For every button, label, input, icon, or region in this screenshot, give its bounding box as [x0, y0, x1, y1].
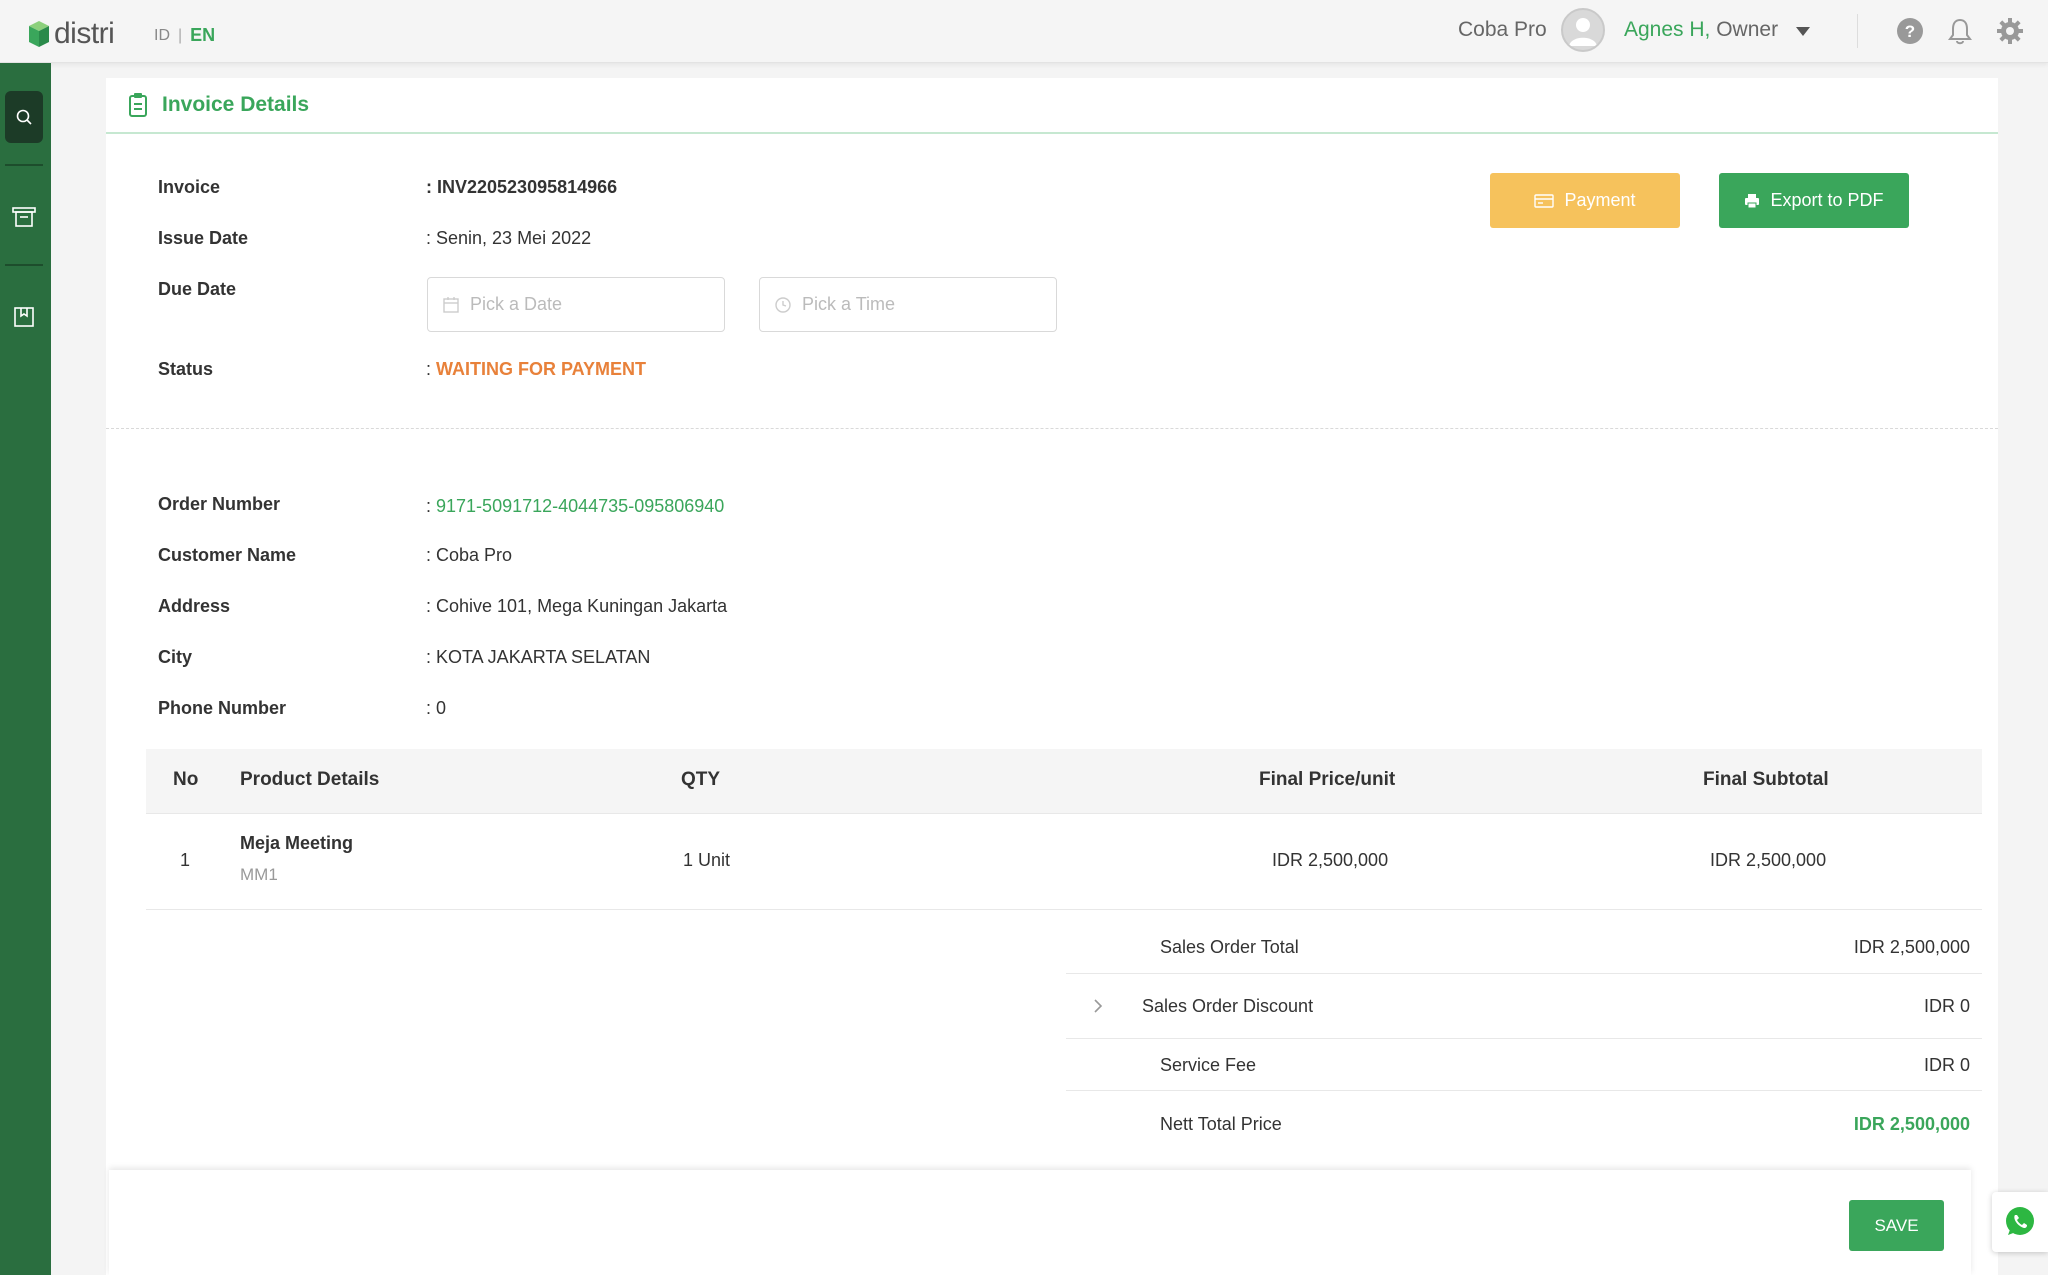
sales-order-total-row: Sales Order Total IDR 2,500,000 [1066, 910, 1982, 974]
page-title: Invoice Details [162, 93, 310, 116]
address-value: : Cohive 101, Mega Kuningan Jakarta [426, 596, 728, 616]
issue-date-label: Issue Date [158, 228, 249, 248]
bell-icon[interactable] [1945, 16, 1975, 46]
nett-total-value: IDR 2,500,000 [1853, 1114, 1970, 1134]
whatsapp-button[interactable] [1992, 1192, 2048, 1252]
sales-order-total-label: Sales Order Total [1160, 937, 1299, 957]
save-button[interactable]: SAVE [1849, 1200, 1944, 1251]
service-fee-value: IDR 0 [1923, 1055, 1970, 1075]
sidebar-item-list[interactable] [5, 191, 43, 243]
card-header: Invoice Details [106, 78, 1998, 134]
service-fee-label: Service Fee [1160, 1055, 1257, 1075]
svg-text:?: ? [1905, 22, 1915, 41]
printer-icon [1745, 193, 1760, 208]
col-subtotal: Final Subtotal [1703, 769, 1829, 790]
header-divider [1857, 14, 1858, 48]
logo[interactable]: distri [28, 14, 115, 54]
col-product: Product Details [240, 769, 380, 790]
user-menu[interactable]: Agnes H, Owner [1624, 18, 1778, 42]
due-date-picker[interactable] [427, 277, 725, 332]
address-label: Address [158, 596, 231, 616]
sidebar-item-search[interactable] [5, 91, 43, 143]
sidebar-item-bookmark[interactable] [5, 291, 43, 343]
sidebar-divider [5, 264, 43, 266]
row-no: 1 [180, 850, 191, 870]
city-label: City [158, 647, 193, 667]
top-bar: distri ID | EN Coba Pro Agnes H, Owner ? [0, 0, 2048, 63]
lang-id-option[interactable]: ID [154, 27, 170, 45]
avatar[interactable] [1561, 8, 1605, 52]
help-icon[interactable]: ? [1895, 16, 1925, 46]
clipboard-icon [129, 93, 147, 117]
row-subtotal: IDR 2,500,000 [1710, 850, 1827, 870]
card-icon [1534, 193, 1555, 208]
col-no: No [173, 769, 199, 790]
lang-en-option[interactable]: EN [190, 25, 215, 46]
product-code: MM1 [240, 865, 278, 884]
sales-order-discount-value: IDR 0 [1923, 996, 1970, 1016]
time-input[interactable] [802, 294, 1042, 315]
service-fee-row: Service Fee IDR 0 [1066, 1039, 1982, 1091]
clock-icon [775, 296, 791, 313]
date-input[interactable] [470, 294, 710, 315]
row-qty: 1 Unit [683, 850, 731, 870]
customer-name-label: Customer Name [158, 545, 297, 565]
nett-total-row: Nett Total Price IDR 2,500,000 [1066, 1091, 1982, 1151]
sidebar-divider [5, 164, 43, 166]
export-label: Export to PDF [1770, 190, 1884, 210]
sidebar [0, 63, 51, 1275]
language-switcher: ID | EN [154, 25, 215, 46]
lang-separator: | [178, 26, 183, 44]
col-qty: QTY [681, 769, 721, 790]
row-price: IDR 2,500,000 [1272, 850, 1389, 870]
product-name: Meja Meeting [240, 833, 354, 853]
user-avatar-icon [1569, 18, 1597, 46]
whatsapp-icon [2006, 1207, 2034, 1235]
bookmark-icon [14, 307, 34, 327]
table-row: 1 Meja Meeting MM1 1 Unit IDR 2,500,000 … [146, 814, 1982, 910]
gear-icon[interactable] [1995, 16, 2025, 46]
chevron-right-icon[interactable] [1092, 998, 1104, 1014]
due-date-label: Due Date [158, 279, 237, 299]
due-time-picker[interactable] [759, 277, 1057, 332]
section-divider [106, 428, 1998, 429]
export-pdf-button[interactable]: Export to PDF [1719, 173, 1909, 228]
table-header: No Product Details QTY Final Price/unit … [146, 749, 1982, 814]
search-icon [16, 109, 32, 125]
sales-order-total-value: IDR 2,500,000 [1853, 937, 1970, 957]
cube-logo-icon [29, 21, 49, 47]
sales-order-discount-label: Sales Order Discount [1142, 996, 1314, 1016]
user-name: Agnes H, [1624, 18, 1711, 41]
city-value: : KOTA JAKARTA SELATAN [426, 647, 651, 667]
sales-order-discount-row[interactable]: Sales Order Discount IDR 0 [1066, 974, 1982, 1039]
status-badge: WAITING FOR PAYMENT [436, 359, 647, 379]
invoice-number: : INV220523095814966 [426, 177, 618, 197]
order-number-value: : 9171-5091712-4044735-095806940 [426, 496, 725, 516]
col-price: Final Price/unit [1259, 769, 1396, 790]
order-number-link[interactable]: 9171-5091712-4044735-095806940 [436, 496, 724, 516]
payment-label: Payment [1564, 190, 1636, 210]
user-role: Owner [1710, 18, 1779, 41]
logo-text: distri [54, 17, 115, 50]
invoice-label: Invoice [158, 177, 221, 197]
status-label: Status [158, 359, 214, 379]
status-value: : WAITING FOR PAYMENT [426, 359, 647, 379]
issue-date-value: : Senin, 23 Mei 2022 [426, 228, 592, 248]
company-name: Coba Pro [1458, 18, 1547, 41]
phone-value: : 0 [426, 698, 447, 718]
customer-name-value: : Coba Pro [426, 545, 513, 565]
footer-bar: SAVE [109, 1170, 1971, 1275]
chevron-down-icon[interactable] [1796, 27, 1810, 36]
calendar-icon [443, 296, 459, 313]
order-number-label: Order Number [158, 494, 281, 514]
nett-total-label: Nett Total Price [1160, 1114, 1282, 1134]
list-icon [12, 207, 36, 227]
payment-button[interactable]: Payment [1490, 173, 1680, 228]
phone-label: Phone Number [158, 698, 287, 718]
